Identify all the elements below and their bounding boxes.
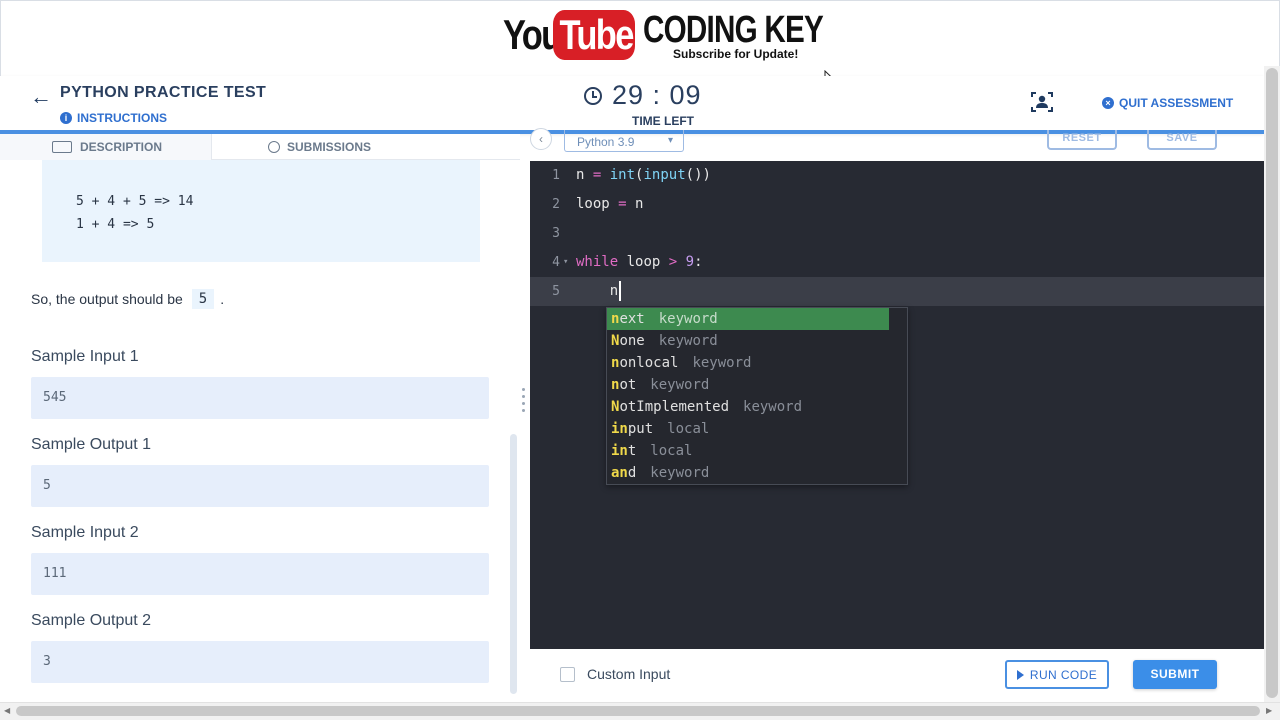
line-number: 5: [552, 284, 560, 299]
instructions-label: INSTRUCTIONS: [77, 111, 167, 125]
code-line[interactable]: 1 n = int(input()): [530, 161, 1264, 190]
timer-value: 29 : 09: [612, 80, 702, 110]
example-line: 1 + 4 => 5: [76, 217, 155, 232]
code-line-active[interactable]: 5 n: [530, 277, 1264, 306]
line-number: 3: [552, 226, 560, 241]
code-line[interactable]: 3: [530, 219, 1264, 248]
suggestion-item[interactable]: not keyword: [607, 374, 907, 396]
assessment-header: ← PYTHON PRACTICE TEST i INSTRUCTIONS 29…: [0, 76, 1264, 134]
suggestion-item[interactable]: and keyword: [607, 462, 907, 484]
tab-description[interactable]: DESCRIPTION: [0, 134, 212, 160]
custom-input-checkbox[interactable]: [560, 667, 575, 682]
output-prefix: So, the output should be: [31, 291, 183, 307]
save-button[interactable]: SAVE: [1147, 130, 1217, 150]
sample-input-1-box: 545: [31, 377, 489, 419]
pane-resize-handle[interactable]: [522, 388, 526, 424]
example-explanation-box: 5 + 4 + 5 => 14 1 + 4 => 5: [42, 160, 480, 262]
sample-input-2-box: 111: [31, 553, 489, 595]
clock-icon: [584, 86, 602, 105]
run-code-button[interactable]: RUN CODE: [1005, 660, 1109, 689]
scroll-right-arrow-icon[interactable]: ▶: [1266, 706, 1272, 715]
proctor-camera-icon[interactable]: [1030, 90, 1054, 114]
text-caret: [619, 281, 622, 301]
sample-input-1-label: Sample Input 1: [31, 348, 139, 365]
autocomplete-dropdown: next keyword None keyword nonlocal keyword …: [606, 307, 908, 485]
reset-button[interactable]: RESET: [1047, 130, 1117, 150]
scroll-left-arrow-icon[interactable]: ◀: [4, 706, 10, 715]
suggestion-item[interactable]: next keyword: [607, 308, 889, 330]
problem-description-pane: DESCRIPTION SUBMISSIONS 5 + 4 + 5 => 14 …: [0, 134, 520, 700]
sample-output-2-label: Sample Output 2: [31, 612, 152, 629]
left-tabs: DESCRIPTION SUBMISSIONS: [0, 134, 520, 160]
sample-input-2-label: Sample Input 2: [31, 524, 139, 541]
quit-assessment-button[interactable]: × QUIT ASSESSMENT: [1102, 96, 1233, 110]
collapse-pane-button[interactable]: ‹: [530, 128, 552, 150]
suggestion-item[interactable]: NotImplemented keyword: [607, 396, 907, 418]
window-scrollbar-thumb[interactable]: [1266, 68, 1278, 698]
fold-chevron-icon[interactable]: ▾: [563, 248, 568, 277]
timer-label: TIME LEFT: [632, 114, 694, 128]
left-pane-scrollbar[interactable]: [510, 434, 517, 694]
line-number: 4: [552, 255, 560, 270]
channel-banner: You Tube CODING KEY Subscribe for Update…: [0, 0, 1280, 76]
back-arrow-icon[interactable]: ←: [30, 84, 52, 110]
tab-submissions-label: SUBMISSIONS: [287, 140, 372, 154]
info-icon: i: [60, 112, 72, 124]
output-value-chip: 5: [191, 289, 215, 309]
run-code-label: RUN CODE: [1029, 667, 1098, 682]
editor-toolbar: ‹ Python 3.9 ▾ RESET SAVE: [530, 128, 1264, 161]
language-value: Python 3.9: [577, 135, 635, 149]
history-icon: [268, 141, 280, 153]
logo-channel-name: CODING KEY: [643, 9, 824, 51]
expected-output-sentence: So, the output should be 5 .: [31, 289, 224, 309]
suggestion-item[interactable]: input local: [607, 418, 907, 440]
code-line[interactable]: 4 ▾ while loop > 9:: [530, 248, 1264, 277]
output-suffix: .: [220, 291, 225, 307]
line-number: 1: [552, 168, 560, 183]
logo-you-text: You: [503, 11, 562, 58]
logo-channel-block: CODING KEY Subscribe for Update!: [643, 9, 874, 61]
timer: 29 : 09: [584, 80, 702, 111]
close-circle-icon: ×: [1102, 97, 1114, 109]
channel-logo: You Tube CODING KEY Subscribe for Update…: [503, 9, 874, 61]
app-root: You Tube CODING KEY Subscribe for Update…: [0, 0, 1280, 720]
line-number: 2: [552, 197, 560, 212]
custom-input-label[interactable]: Custom Input: [587, 666, 670, 682]
chevron-left-icon: ‹: [539, 132, 543, 146]
document-icon: [52, 141, 72, 153]
suggestion-item[interactable]: None keyword: [607, 330, 907, 352]
code-text: n: [576, 277, 622, 306]
tab-submissions[interactable]: SUBMISSIONS: [268, 134, 371, 160]
code-text: while loop > 9:: [576, 254, 703, 270]
sample-output-2-box: 3: [31, 641, 489, 683]
horizontal-scrollbar-thumb[interactable]: [16, 706, 1260, 716]
language-select[interactable]: Python 3.9 ▾: [564, 130, 684, 152]
play-icon: [1016, 669, 1024, 680]
suggestion-item[interactable]: int local: [607, 440, 907, 462]
page-title: PYTHON PRACTICE TEST: [60, 84, 267, 101]
tab-description-label: DESCRIPTION: [80, 140, 163, 154]
code-text: n = int(input()): [576, 167, 711, 183]
sample-output-1-label: Sample Output 1: [31, 436, 152, 453]
instructions-link[interactable]: i INSTRUCTIONS: [60, 111, 167, 125]
editor-action-bar: Custom Input RUN CODE SUBMIT: [530, 649, 1264, 699]
example-line: 5 + 4 + 5 => 14: [76, 194, 194, 209]
quit-label: QUIT ASSESSMENT: [1119, 96, 1234, 110]
submit-button[interactable]: SUBMIT: [1133, 660, 1217, 689]
chevron-down-icon: ▾: [667, 135, 673, 146]
logo-tube-text: Tube: [553, 10, 635, 60]
code-line[interactable]: 2 loop = n: [530, 190, 1264, 219]
suggestion-item[interactable]: nonlocal keyword: [607, 352, 907, 374]
sample-output-1-box: 5: [31, 465, 489, 507]
code-text: loop = n: [576, 196, 644, 212]
